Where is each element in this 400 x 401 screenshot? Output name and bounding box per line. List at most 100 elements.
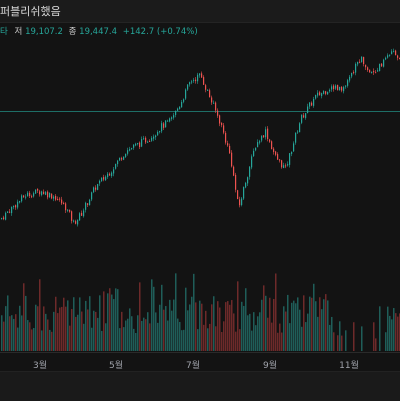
volume-bar bbox=[71, 309, 73, 351]
volume-bar bbox=[205, 310, 207, 351]
candle-body bbox=[353, 72, 355, 74]
volume-bar bbox=[141, 320, 143, 351]
candle-body bbox=[221, 122, 223, 126]
candle-body bbox=[87, 203, 89, 205]
candle-body bbox=[301, 114, 303, 123]
volume-bar bbox=[75, 316, 77, 351]
volume-bar bbox=[299, 309, 301, 351]
volume-bar bbox=[207, 328, 209, 351]
candle-body bbox=[283, 165, 285, 169]
volume-bar bbox=[13, 318, 15, 351]
candle-body bbox=[369, 69, 371, 73]
candle-body bbox=[57, 198, 59, 200]
candle-body bbox=[289, 153, 291, 165]
volume-bar bbox=[121, 311, 123, 351]
candle-body bbox=[103, 177, 105, 180]
volume-bar bbox=[391, 319, 393, 351]
candle-body bbox=[45, 192, 47, 195]
price-chart[interactable] bbox=[0, 0, 400, 352]
candle-body bbox=[139, 142, 141, 148]
candle-body bbox=[321, 93, 323, 97]
candle-body bbox=[237, 190, 239, 200]
candle-body bbox=[265, 129, 267, 138]
candle-body bbox=[385, 57, 387, 60]
volume-bar bbox=[95, 311, 97, 351]
candle-body bbox=[53, 196, 55, 199]
candle-body bbox=[129, 149, 131, 151]
candle-body bbox=[337, 84, 339, 91]
candle-body bbox=[381, 63, 383, 67]
volume-bar bbox=[97, 317, 99, 351]
candle-body bbox=[121, 158, 123, 160]
candle-body bbox=[341, 87, 343, 91]
volume-bar bbox=[209, 323, 211, 351]
volume-bar bbox=[193, 273, 195, 351]
volume-bar bbox=[353, 322, 355, 351]
candle-body bbox=[275, 151, 277, 155]
candle-body bbox=[151, 137, 153, 141]
volume-bar bbox=[269, 297, 271, 351]
candle-body bbox=[181, 101, 183, 108]
volume-bar bbox=[277, 332, 279, 351]
volume-bar bbox=[199, 300, 201, 351]
candle-body bbox=[377, 70, 379, 72]
candle-body bbox=[383, 59, 385, 67]
candle-body bbox=[109, 173, 111, 176]
volume-bar bbox=[5, 306, 7, 351]
candles-group bbox=[1, 48, 400, 227]
candle-body bbox=[223, 125, 225, 133]
volume-bar bbox=[147, 312, 149, 351]
candle-body bbox=[359, 61, 361, 63]
candle-body bbox=[305, 113, 307, 118]
candle-body bbox=[85, 202, 87, 210]
candle-body bbox=[373, 71, 375, 73]
candle-body bbox=[395, 50, 397, 56]
candle-body bbox=[219, 115, 221, 124]
candle-body bbox=[233, 166, 235, 176]
volume-bar bbox=[103, 291, 105, 351]
volume-bar bbox=[305, 322, 307, 351]
volume-bar bbox=[63, 297, 65, 351]
candle-body bbox=[345, 85, 347, 87]
candle-body bbox=[249, 166, 251, 177]
candle-body bbox=[15, 205, 17, 208]
volume-bar bbox=[107, 293, 109, 351]
volume-bar bbox=[337, 335, 339, 351]
volume-bar bbox=[361, 326, 363, 351]
volume-bar bbox=[111, 294, 113, 351]
candle-body bbox=[297, 131, 299, 133]
volume-bar bbox=[169, 299, 171, 351]
volume-bar bbox=[41, 330, 43, 351]
candle-body bbox=[9, 211, 11, 213]
volume-bar bbox=[87, 309, 89, 351]
volume-bar bbox=[177, 318, 179, 351]
candle-body bbox=[25, 196, 27, 198]
candle-body bbox=[39, 191, 41, 195]
volume-bar bbox=[275, 273, 277, 351]
candle-body bbox=[367, 67, 369, 71]
candle-body bbox=[1, 218, 3, 220]
volume-bar bbox=[195, 302, 197, 351]
candle-body bbox=[73, 220, 75, 222]
candle-body bbox=[165, 120, 167, 128]
volume-bar bbox=[69, 325, 71, 351]
candle-body bbox=[75, 221, 77, 224]
candle-body bbox=[309, 102, 311, 107]
volume-bar bbox=[125, 320, 127, 351]
candle-body bbox=[197, 74, 199, 82]
candle-body bbox=[113, 169, 115, 174]
candle-body bbox=[379, 63, 381, 71]
candle-body bbox=[171, 117, 173, 119]
candle-body bbox=[313, 99, 315, 106]
candle-body bbox=[117, 160, 119, 165]
volume-bar bbox=[285, 311, 287, 351]
candle-body bbox=[327, 91, 329, 95]
volume-bar bbox=[249, 313, 251, 351]
volume-bar bbox=[179, 321, 181, 351]
candle-body bbox=[259, 141, 261, 143]
volume-bar bbox=[309, 296, 311, 351]
volume-bar bbox=[223, 321, 225, 351]
volume-bar bbox=[213, 296, 215, 351]
volume-bar bbox=[313, 283, 315, 351]
volume-bar bbox=[153, 286, 155, 351]
